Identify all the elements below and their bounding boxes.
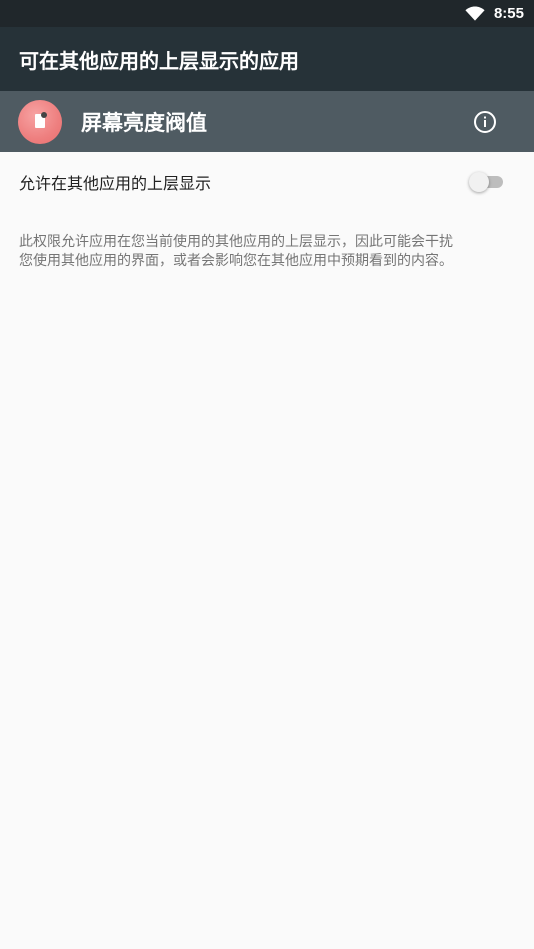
wifi-icon [465,6,485,21]
app-icon [18,99,62,144]
app-name: 屏幕亮度阀值 [81,110,207,135]
app-header: 屏幕亮度阀值 [0,91,534,152]
description-line-2: 您使用其他应用的界面，或者会影响您在其他应用中预期看到的内容。 [19,253,453,269]
status-bar: 8:55 [0,0,534,27]
page-title: 可在其他应用的上层显示的应用 [19,48,299,73]
status-time: 8:55 [493,5,524,22]
overlay-permission-row[interactable]: 允许在其他应用的上层显示 [0,152,534,212]
switch-thumb [469,172,489,192]
description-line-1: 此权限允许应用在您当前使用的其他应用的上层显示，因此可能会干扰 [19,234,453,250]
app-bar: 可在其他应用的上层显示的应用 [0,27,534,91]
overlay-permission-label: 允许在其他应用的上层显示 [19,174,212,193]
permission-description: 此权限允许应用在您当前使用的其他应用的上层显示，因此可能会干扰 您使用其他应用的… [19,233,519,271]
overlay-permission-switch[interactable] [469,171,505,193]
app-icon-dot [41,111,47,118]
info-icon[interactable] [473,110,497,134]
